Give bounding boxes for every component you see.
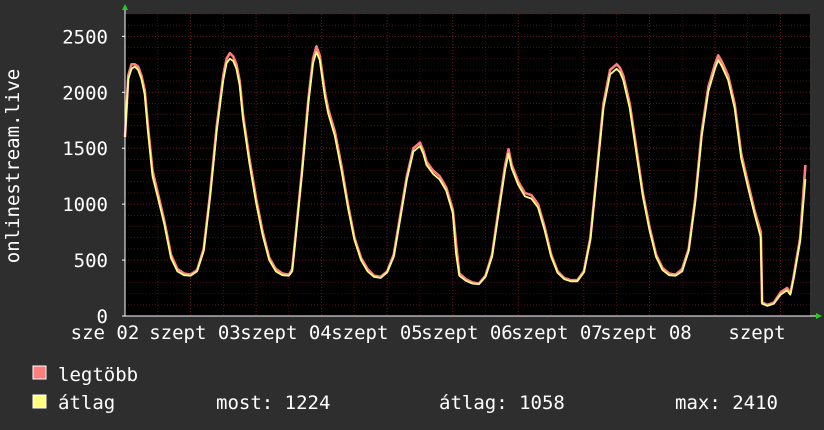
y-tick-label: 1000 [62, 194, 108, 216]
y-tick-label: 2500 [62, 26, 108, 48]
stat-average: átlag: 1058 [439, 392, 565, 414]
legend-swatch-avg [32, 394, 47, 409]
x-tick-label: szept [728, 322, 785, 344]
stat-current: most: 1224 [216, 392, 330, 414]
legend-label-max: legtöbb [58, 364, 138, 386]
x-tick-label: szept 08 [600, 322, 692, 344]
x-tick-label: szept 03 [149, 322, 241, 344]
x-tick-label: sze 02 [71, 322, 140, 344]
stats-row: most: 1224 átlag: 1058 max: 2410 [216, 392, 778, 414]
x-tick-label: szept 04 [240, 322, 332, 344]
y-axis-label: onlinestream.live [2, 69, 24, 263]
x-tick-label: szept 05 [331, 322, 423, 344]
x-tick-labels: sze 02 szept 03 szept 04 szept 05szept 06sz… [71, 322, 786, 344]
legend-swatch-max [32, 365, 47, 380]
legend-label-avg: átlag [58, 392, 115, 414]
x-tick-label: szept 07 [511, 322, 603, 344]
y-tick-label: 2000 [62, 82, 108, 104]
chart-canvas: 05001000150020002500 sze 02 szept 03 szept… [0, 0, 824, 430]
x-tick-label: szept 06 [421, 322, 513, 344]
y-tick-label: 1500 [62, 138, 108, 160]
stat-maximum: max: 2410 [675, 392, 778, 414]
y-tick-label: 500 [74, 250, 108, 272]
